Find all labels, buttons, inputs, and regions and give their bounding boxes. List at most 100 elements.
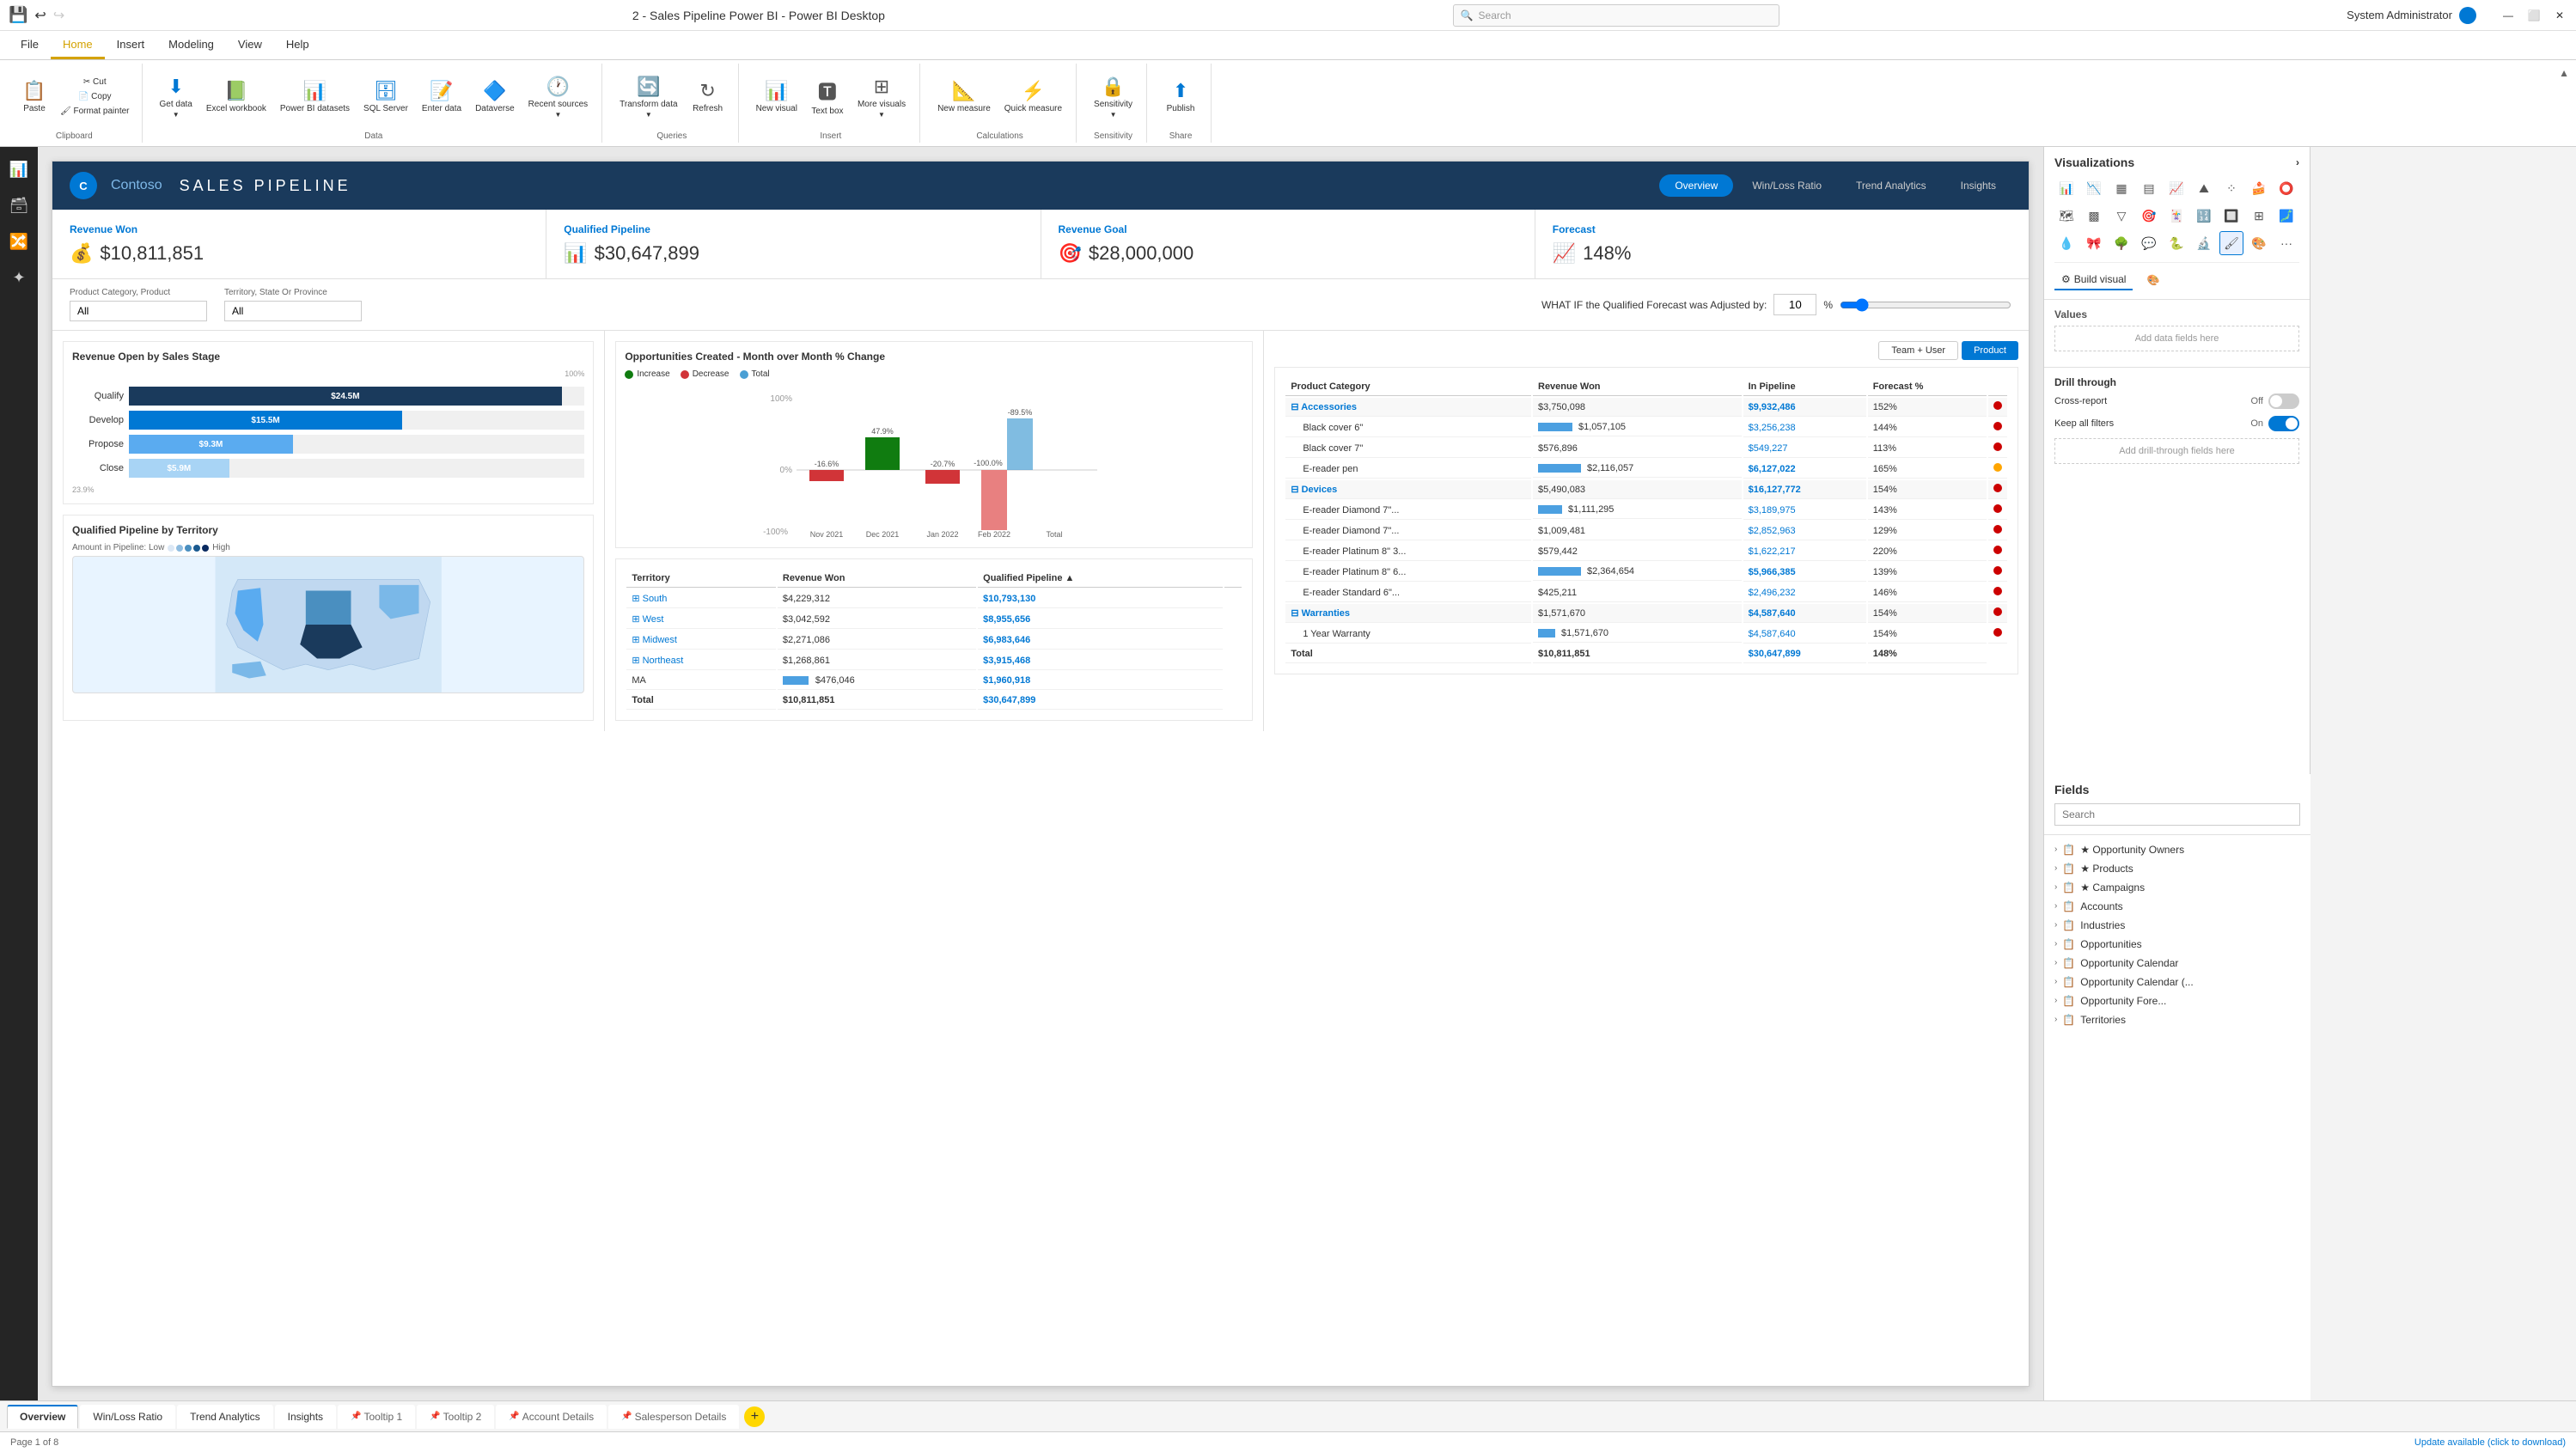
get-data-button[interactable]: ⬇ Get data ▼: [155, 72, 198, 122]
tab-help[interactable]: Help: [274, 31, 321, 59]
viz-icon-paintbrush[interactable]: 🎨: [2247, 231, 2271, 255]
page-tab-tooltip1[interactable]: 📌Tooltip 1: [338, 1405, 415, 1429]
viz-icon-qa[interactable]: 💬: [2137, 231, 2161, 255]
field-group-territories[interactable]: › 📋 Territories: [2054, 1010, 2300, 1029]
territory-row-midwest[interactable]: ⊞ Midwest $2,271,086 $6,983,646: [626, 631, 1242, 650]
viz-icon-area[interactable]: ⛰: [2192, 176, 2216, 200]
refresh-button[interactable]: ↻ Refresh: [687, 76, 729, 117]
viz-icon-ribbon[interactable]: 🎀: [2082, 231, 2106, 255]
what-if-slider[interactable]: [1840, 298, 2011, 312]
viz-icon-brush[interactable]: 🖌: [2219, 231, 2243, 255]
nav-model-icon[interactable]: 🔀: [3, 226, 34, 257]
cat-row-devices[interactable]: ⊟ Devices $5,490,083 $16,127,772 154%: [1285, 480, 2007, 499]
sql-server-button[interactable]: 🗄 SQL Server: [358, 76, 413, 117]
territory-row-ma[interactable]: MA $476,046 $1,960,918: [626, 672, 1242, 690]
viz-icon-filled-map[interactable]: 🗾: [2274, 204, 2298, 228]
cut-button[interactable]: ✂ Cut: [57, 76, 133, 88]
sensitivity-button[interactable]: 🔒 Sensitivity ▼: [1089, 72, 1138, 122]
col-rev-won[interactable]: Revenue Won: [778, 570, 976, 588]
product-btn[interactable]: Product: [1962, 341, 2018, 360]
new-visual-button[interactable]: 📊 New visual: [751, 76, 803, 117]
text-box-button[interactable]: 🆃 Text box: [806, 74, 849, 119]
field-group-opportunities[interactable]: › 📋 Opportunities: [2054, 935, 2300, 954]
viz-icon-gauge[interactable]: 🎯: [2137, 204, 2161, 228]
field-group-accounts[interactable]: › 📋 Accounts: [2054, 897, 2300, 916]
tab-file[interactable]: File: [9, 31, 51, 59]
product-filter-select[interactable]: All: [70, 301, 207, 321]
what-if-input[interactable]: [1773, 294, 1816, 315]
viz-icon-clustered-bar[interactable]: ▤: [2137, 176, 2161, 200]
viz-collapse-icon[interactable]: ›: [2296, 156, 2299, 168]
paste-button[interactable]: 📋 Paste: [15, 76, 53, 117]
field-group-opportunity-owners[interactable]: › 📋 ★ Opportunity Owners: [2054, 840, 2300, 859]
viz-icon-card[interactable]: 🃏: [2164, 204, 2188, 228]
viz-icon-table[interactable]: 📊: [2054, 176, 2079, 200]
nav-report-icon[interactable]: 📊: [3, 154, 34, 185]
viz-icon-pie[interactable]: 🍰: [2247, 176, 2271, 200]
col-product-category[interactable]: Product Category: [1285, 378, 1531, 396]
cat-row-warranties[interactable]: ⊟ Warranties $1,571,670 $4,587,640 154%: [1285, 604, 2007, 623]
territory-filter-select[interactable]: All: [224, 301, 362, 321]
page-tab-winloss[interactable]: Win/Loss Ratio: [80, 1405, 175, 1429]
viz-icon-python[interactable]: 🐍: [2164, 231, 2188, 255]
copy-button[interactable]: 📄 Copy: [57, 90, 133, 103]
viz-icon-funnel[interactable]: ▽: [2109, 204, 2133, 228]
viz-icon-r[interactable]: 🔬: [2192, 231, 2216, 255]
col-forecast-pct[interactable]: Forecast %: [1868, 378, 1987, 396]
close-btn[interactable]: ✕: [2552, 8, 2567, 23]
field-group-campaigns[interactable]: › 📋 ★ Campaigns: [2054, 878, 2300, 897]
viz-icon-donut[interactable]: ⭕: [2274, 176, 2298, 200]
nav-dax-icon[interactable]: ✦: [3, 262, 34, 293]
tab-modeling[interactable]: Modeling: [156, 31, 226, 59]
tab-insert[interactable]: Insert: [105, 31, 157, 59]
col-product-rev-won[interactable]: Revenue Won: [1533, 378, 1742, 396]
viz-icon-line[interactable]: 📈: [2164, 176, 2188, 200]
page-tab-account-details[interactable]: 📌Account Details: [496, 1405, 607, 1429]
format-tab[interactable]: 🎨: [2140, 270, 2166, 290]
viz-icon-stacked-bar[interactable]: ▦: [2109, 176, 2133, 200]
col-territory[interactable]: Territory: [626, 570, 776, 588]
quick-measure-button[interactable]: ⚡ Quick measure: [999, 76, 1067, 117]
add-page-button[interactable]: +: [744, 1406, 765, 1427]
update-message[interactable]: Update available (click to download): [2414, 1437, 2566, 1448]
us-map[interactable]: [72, 556, 584, 693]
viz-icon-more[interactable]: ···: [2274, 231, 2298, 255]
field-group-industries[interactable]: › 📋 Industries: [2054, 916, 2300, 935]
field-group-opp-calendar[interactable]: › 📋 Opportunity Calendar: [2054, 954, 2300, 973]
tab-view[interactable]: View: [226, 31, 274, 59]
nav-overview[interactable]: Overview: [1659, 174, 1733, 197]
add-drill-fields[interactable]: Add drill-through fields here: [2054, 438, 2299, 464]
field-group-products[interactable]: › 📋 ★ Products: [2054, 859, 2300, 878]
viz-icon-decomp[interactable]: 🌳: [2109, 231, 2133, 255]
recent-sources-button[interactable]: 🕐 Recent sources ▼: [523, 72, 593, 122]
viz-icon-treemap[interactable]: ▩: [2082, 204, 2106, 228]
excel-button[interactable]: 📗 Excel workbook: [201, 76, 272, 117]
publish-button[interactable]: ⬆ Publish: [1159, 76, 1202, 117]
format-painter-button[interactable]: 🖌 Format painter: [57, 105, 133, 118]
page-tab-insights[interactable]: Insights: [275, 1405, 336, 1429]
keep-filters-toggle[interactable]: [2268, 416, 2299, 431]
nav-winloss[interactable]: Win/Loss Ratio: [1737, 174, 1837, 197]
transform-data-button[interactable]: 🔄 Transform data ▼: [614, 72, 682, 122]
viz-icon-map[interactable]: 🗺: [2054, 204, 2079, 228]
minimize-btn[interactable]: —: [2500, 8, 2516, 23]
dataverse-button[interactable]: 🔷 Dataverse: [470, 76, 520, 117]
add-data-fields[interactable]: Add data fields here: [2054, 326, 2299, 351]
cross-report-toggle[interactable]: [2268, 394, 2299, 409]
page-tab-tooltip2[interactable]: 📌Tooltip 2: [417, 1405, 494, 1429]
nav-data-icon[interactable]: 🗃: [3, 190, 34, 221]
field-group-opp-forecast[interactable]: › 📋 Opportunity Fore...: [2054, 991, 2300, 1010]
nav-insights[interactable]: Insights: [1945, 174, 2011, 197]
enter-data-button[interactable]: 📝 Enter data: [417, 76, 467, 117]
viz-icon-bar[interactable]: 📉: [2082, 176, 2106, 200]
new-measure-button[interactable]: 📐 New measure: [932, 76, 996, 117]
col-in-pipeline[interactable]: In Pipeline: [1743, 378, 1866, 396]
team-btn[interactable]: Team + User: [1878, 341, 1958, 360]
more-visuals-button[interactable]: ⊞ More visuals ▼: [852, 72, 911, 122]
territory-row-west[interactable]: ⊞ West $3,042,592 $8,955,656: [626, 610, 1242, 629]
viz-icon-matrix[interactable]: ⊞: [2247, 204, 2271, 228]
tab-home[interactable]: Home: [51, 31, 105, 59]
viz-icon-waterfall[interactable]: 💧: [2054, 231, 2079, 255]
viz-icon-scatter[interactable]: ⁘: [2219, 176, 2243, 200]
territory-row-northeast[interactable]: ⊞ Northeast $1,268,861 $3,915,468: [626, 651, 1242, 670]
